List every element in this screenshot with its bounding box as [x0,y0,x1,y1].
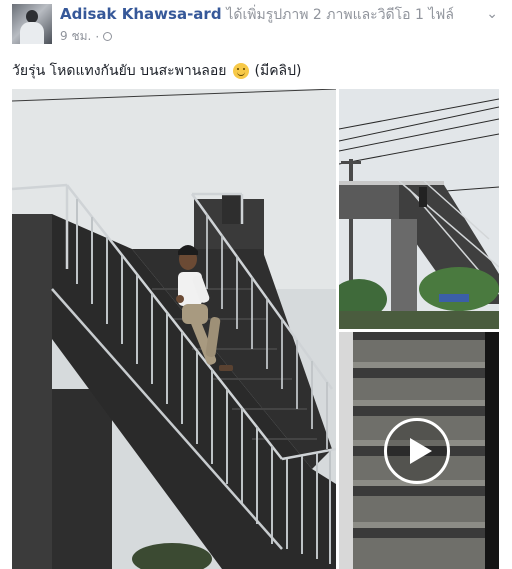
author-name[interactable]: Adisak Khawsa-ard [60,5,222,23]
facebook-post: Adisak Khawsa-ard ได้เพิ่มรูปภาพ 2 ภาพแล… [0,0,512,569]
photo-2[interactable] [339,89,499,329]
avatar-body [20,22,44,44]
overpass-photo [339,89,499,329]
play-icon[interactable] [384,418,450,484]
post-text-suffix: (มีคลิป) [254,63,302,79]
smile-emoji-icon [232,63,249,79]
post-text-main: วัยรุ่น โหดแทงกันยับ บนสะพานลอย [12,63,227,79]
play-triangle [410,438,432,464]
post-header: Adisak Khawsa-ard ได้เพิ่มรูปภาพ 2 ภาพแล… [60,4,454,26]
post-action-text: ได้เพิ่มรูปภาพ 2 ภาพและวิดีโอ 1 ไฟล์ [226,7,454,23]
meta-separator: · [95,29,100,44]
post-meta: 9 ชม. · [60,27,113,46]
avatar[interactable] [12,4,52,44]
photo-1[interactable] [12,89,336,569]
staircase-photo [12,89,336,569]
post-text: วัยรุ่น โหดแทงกันยับ บนสะพานลอย (มีคลิป) [12,60,301,82]
post-time[interactable]: 9 ชม. [60,27,91,46]
globe-icon[interactable] [103,32,113,41]
chevron-down-icon[interactable]: ⌄ [486,6,498,22]
video-tile[interactable] [339,332,499,569]
